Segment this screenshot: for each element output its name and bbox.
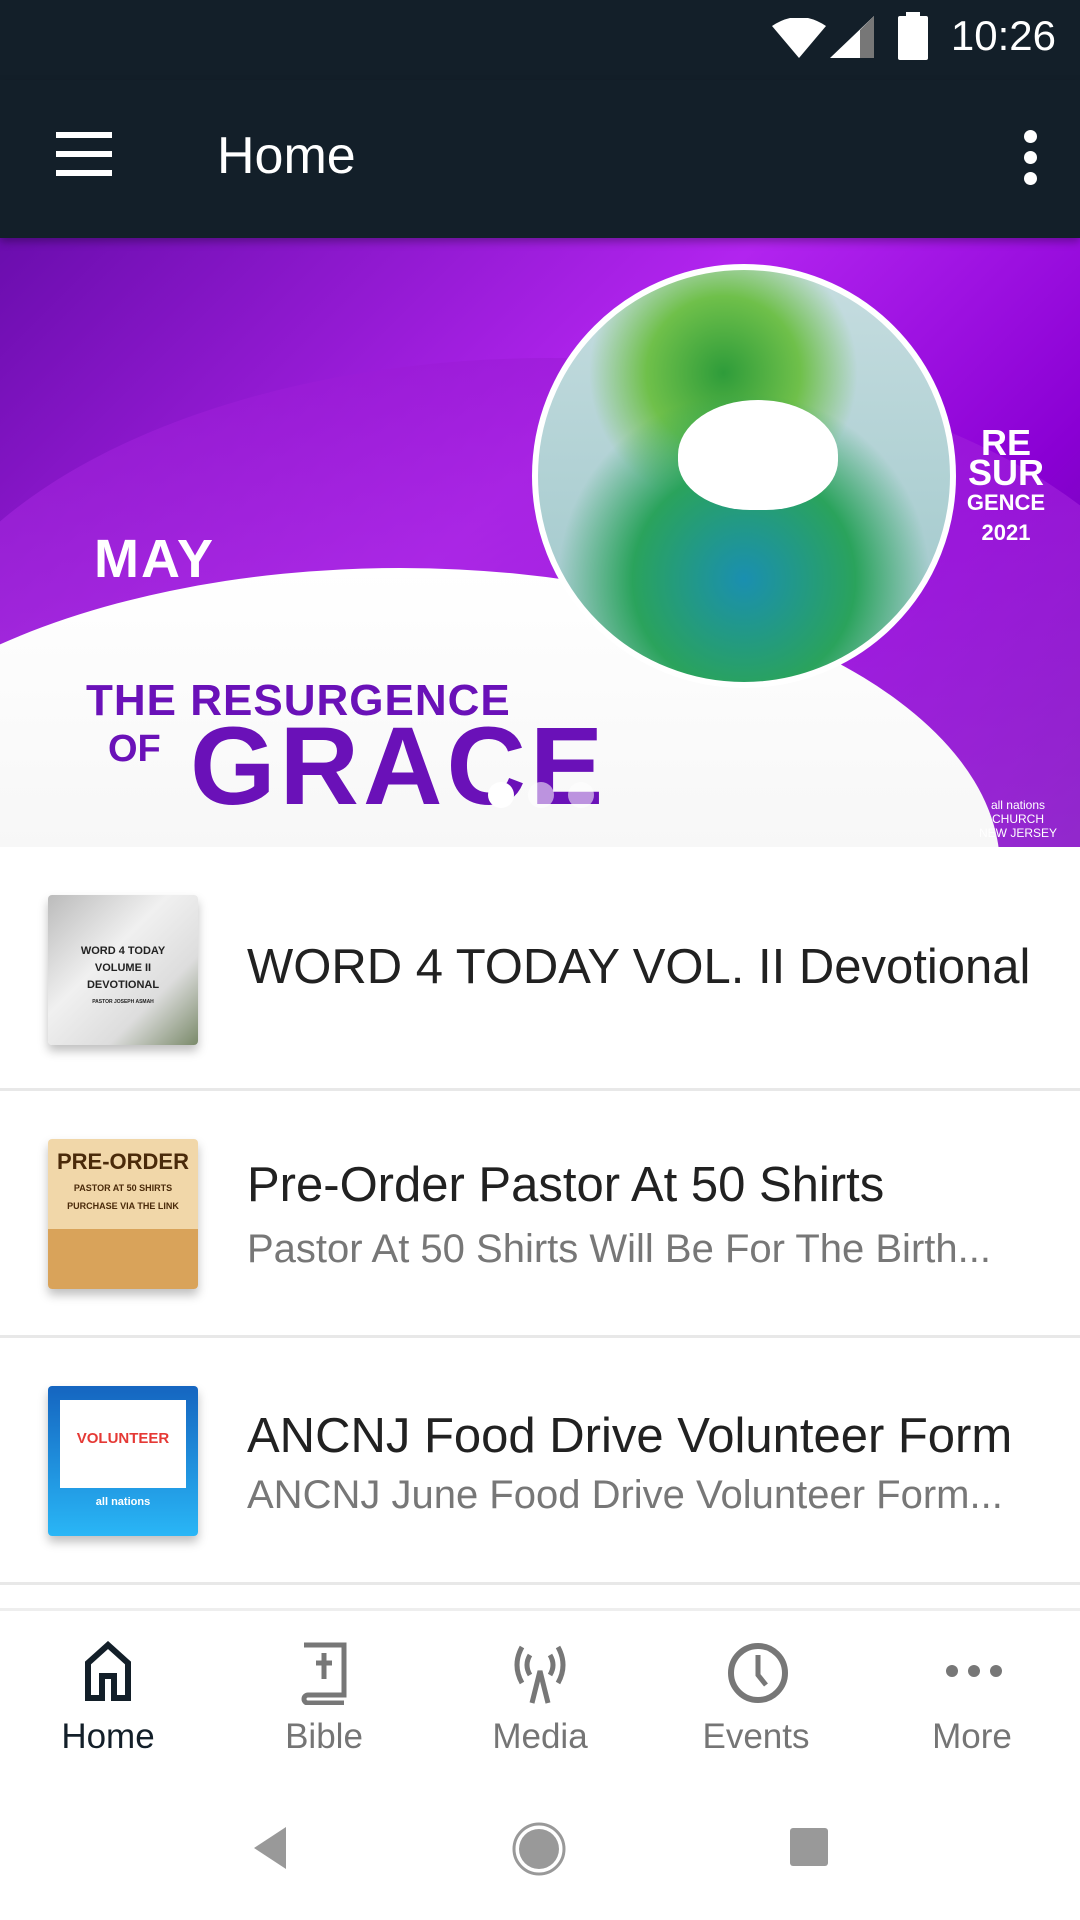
home-button-icon[interactable] (510, 1820, 568, 1878)
list-item-title: WORD 4 TODAY VOL. II Devotional (247, 940, 1031, 994)
shirts-thumbnail: PRE-ORDER PASTOR AT 50 SHIRTS PURCHASE V… (48, 1139, 198, 1289)
system-navigation-bar (0, 1780, 1080, 1920)
recents-icon[interactable] (790, 1828, 830, 1868)
list-item[interactable]: VOLUNTEER all nations ANCNJ Food Drive V… (0, 1338, 1080, 1585)
list-item-title: ANCNJ Food Drive Volunteer Form (247, 1409, 1013, 1463)
tab-events[interactable]: Events (648, 1611, 864, 1783)
dove-icon (678, 400, 838, 510)
status-bar: 10:26 (0, 0, 1080, 80)
carousel-indicator (488, 782, 594, 808)
tab-media[interactable]: Media (432, 1611, 648, 1783)
carousel-dot[interactable] (568, 782, 594, 808)
app-bar: Home (0, 80, 1080, 238)
battery-icon (898, 12, 928, 60)
devotional-thumbnail: WORD 4 TODAY VOLUME II DEVOTIONAL PASTOR… (48, 895, 198, 1045)
banner-title-big: GRACE (190, 705, 608, 828)
bible-icon (301, 1642, 347, 1705)
volunteer-thumbnail: VOLUNTEER all nations (48, 1386, 198, 1536)
wifi-icon (772, 18, 826, 58)
home-icon (85, 1641, 131, 1701)
more-vert-icon[interactable] (1024, 130, 1040, 193)
banner-month: MAY (94, 529, 216, 589)
church-logo: all nations CHURCH NEW JERSEY (978, 798, 1057, 840)
list-item[interactable]: PRE-ORDER PASTOR AT 50 SHIRTS PURCHASE V… (0, 1091, 1080, 1338)
tab-home[interactable]: Home (0, 1611, 216, 1783)
list-item-title: Pre-Order Pastor At 50 Shirts (247, 1158, 885, 1212)
broadcast-icon (514, 1645, 566, 1704)
banner-carousel[interactable]: MAY THE RESURGENCE OF GRACE RE SUR GENCE… (0, 238, 1080, 847)
carousel-dot[interactable] (528, 782, 554, 808)
list-item-subtitle: Pastor At 50 Shirts Will Be For The Birt… (247, 1227, 991, 1271)
page-title: Home (217, 127, 356, 185)
list-item-subtitle: ANCNJ June Food Drive Volunteer Form... (247, 1473, 1003, 1517)
clock: 10:26 (950, 12, 1056, 59)
bottom-navigation: Home Bible Media Events More (0, 1608, 1080, 1780)
more-horiz-icon (946, 1665, 1002, 1677)
banner-title-of: OF (108, 728, 161, 770)
signal-icon (830, 16, 874, 58)
list-item[interactable]: WORD 4 TODAY VOLUME II DEVOTIONAL PASTOR… (0, 847, 1080, 1091)
dove-globe-image (532, 264, 956, 688)
tab-more[interactable]: More (864, 1611, 1080, 1783)
hamburger-icon[interactable] (56, 132, 112, 176)
back-icon[interactable] (250, 1825, 290, 1871)
tab-bible[interactable]: Bible (216, 1611, 432, 1783)
resurgence-logo: RE SUR GENCE 2021 (966, 422, 1046, 546)
carousel-dot[interactable] (488, 782, 514, 808)
clock-icon (728, 1643, 788, 1703)
